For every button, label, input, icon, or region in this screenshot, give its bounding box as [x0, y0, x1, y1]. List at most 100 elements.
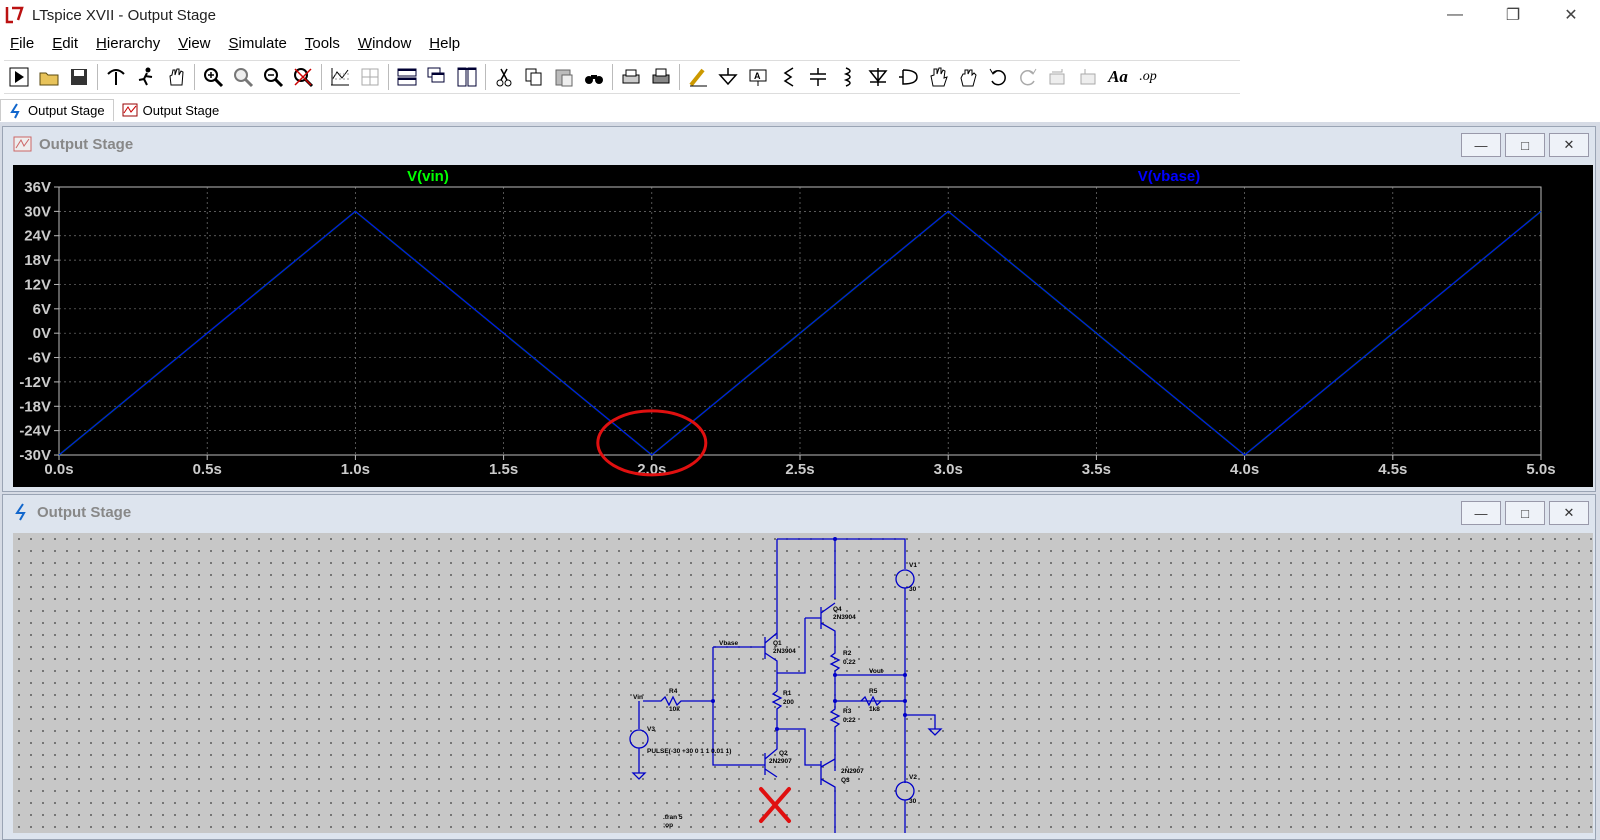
waveform-minimize-button[interactable]: —: [1461, 133, 1501, 157]
menu-help[interactable]: Help: [419, 35, 468, 52]
diode-icon[interactable]: [863, 62, 893, 92]
label-net-icon[interactable]: A: [743, 62, 773, 92]
autorange-icon[interactable]: [325, 62, 355, 92]
svg-text:Vin: Vin: [633, 694, 643, 701]
halt-icon[interactable]: [131, 62, 161, 92]
legend-vvbase: V(vbase): [1138, 168, 1201, 185]
schematic-minimize-button[interactable]: —: [1461, 501, 1501, 525]
mirror-icon[interactable]: [1073, 62, 1103, 92]
svg-text:2N3904: 2N3904: [773, 648, 796, 655]
y-tick-label: 18V: [24, 252, 51, 269]
waveform-plot[interactable]: 36V 30V 24V 18V 12V 6V 0V -6V -12V -18V -24V -30V 0.…: [13, 165, 1593, 487]
document-tabs: Output Stage Output Stage: [0, 97, 227, 121]
print-icon[interactable]: [646, 62, 676, 92]
text-icon[interactable]: Aa: [1103, 62, 1133, 92]
wire-icon[interactable]: [683, 62, 713, 92]
schematic-close-button[interactable]: ✕: [1549, 501, 1589, 525]
svg-text:V3: V3: [647, 726, 655, 733]
cascade-icon[interactable]: [422, 62, 452, 92]
tile-horizontal-icon[interactable]: [392, 62, 422, 92]
zoom-out-icon[interactable]: [258, 62, 288, 92]
move-icon[interactable]: [923, 62, 953, 92]
schematic-window-title: Output Stage: [37, 503, 132, 521]
circuit-junctions: [711, 537, 907, 731]
circuit-schematic[interactable]: Vbase Vin Vout Q1 2N3904 Q4 2N3904 Q2 2N…: [13, 533, 1593, 833]
menu-window[interactable]: Window: [348, 35, 419, 52]
ground-icon[interactable]: [713, 62, 743, 92]
svg-text:10k: 10k: [669, 706, 680, 713]
menu-file[interactable]: File: [0, 35, 42, 52]
svg-text:A: A: [754, 71, 761, 81]
undo-icon[interactable]: [983, 62, 1013, 92]
waveform-close-button[interactable]: ✕: [1549, 133, 1589, 157]
grid-icon[interactable]: [355, 62, 385, 92]
tile-vertical-icon[interactable]: [452, 62, 482, 92]
open-icon[interactable]: [34, 62, 64, 92]
menu-view[interactable]: View: [168, 35, 218, 52]
waveform-maximize-button[interactable]: □: [1505, 133, 1545, 157]
svg-text:2N3904: 2N3904: [833, 614, 856, 621]
zoom-box-icon[interactable]: [228, 62, 258, 92]
svg-text:R1: R1: [783, 690, 792, 697]
schematic-maximize-button[interactable]: □: [1505, 501, 1545, 525]
run-icon[interactable]: [4, 62, 34, 92]
svg-text:0.22: 0.22: [843, 659, 856, 666]
maximize-button[interactable]: ❐: [1484, 0, 1542, 30]
component-icon[interactable]: [893, 62, 923, 92]
menu-hierarchy[interactable]: Hierarchy: [86, 35, 168, 52]
copy-icon[interactable]: [519, 62, 549, 92]
menu-edit[interactable]: Edit: [42, 35, 86, 52]
save-icon[interactable]: [64, 62, 94, 92]
y-tick-label: 36V: [24, 179, 51, 196]
svg-text:Q1: Q1: [773, 640, 782, 647]
zoom-in-icon[interactable]: [198, 62, 228, 92]
svg-text:2N2907: 2N2907: [769, 758, 792, 765]
schematic-canvas[interactable]: Vbase Vin Vout Q1 2N3904 Q4 2N3904 Q2 2N…: [13, 533, 1593, 833]
y-tick-label: 12V: [24, 276, 51, 293]
drag-icon[interactable]: [953, 62, 983, 92]
y-tick-label: -6V: [28, 350, 51, 367]
resistor-icon[interactable]: [773, 62, 803, 92]
y-tick-label: -24V: [19, 423, 51, 440]
inductor-icon[interactable]: [833, 62, 863, 92]
redo-icon[interactable]: [1013, 62, 1043, 92]
menu-simulate[interactable]: Simulate: [219, 35, 295, 52]
svg-text:200: 200: [783, 699, 794, 706]
print-preview-icon[interactable]: [616, 62, 646, 92]
x-tick-label: 1.0s: [341, 461, 370, 478]
mdi-client-area: Output Stage — □ ✕ 36V 30V 24V 18V 12V 6V 0V -6…: [0, 122, 1600, 840]
window-title: LTspice XVII - Output Stage: [32, 6, 216, 24]
waveform-chart[interactable]: 36V30V24V18V12V6V0V-6V-12V-18V-24V-30V0.…: [13, 165, 1593, 487]
x-tick-label: 0.5s: [193, 461, 222, 478]
rotate-icon[interactable]: [1043, 62, 1073, 92]
tab-waveform[interactable]: Output Stage: [114, 99, 228, 121]
find-icon[interactable]: [579, 62, 609, 92]
svg-text:Vout: Vout: [869, 668, 884, 675]
capacitor-icon[interactable]: [803, 62, 833, 92]
svg-text:Q2: Q2: [779, 750, 788, 757]
menu-bar: File Edit Hierarchy View Simulate Tools …: [0, 31, 468, 55]
svg-text:PULSE(-30 +30 0 1 1 0.01 1): PULSE(-30 +30 0 1 1 0.01 1): [647, 748, 731, 755]
paste-icon[interactable]: [549, 62, 579, 92]
svg-text:30: 30: [909, 798, 917, 805]
schematic-icon: [10, 102, 20, 118]
pan-icon[interactable]: [161, 62, 191, 92]
spice-directive-icon[interactable]: .op: [1133, 62, 1163, 92]
waveform-window: Output Stage — □ ✕ 36V 30V 24V 18V 12V 6V 0V -6…: [2, 126, 1596, 492]
tab-schematic[interactable]: Output Stage: [0, 99, 114, 121]
svg-text:Vbase: Vbase: [719, 640, 739, 647]
toolbar: A Aa .op: [4, 60, 1240, 94]
waveform-window-title: Output Stage: [39, 135, 134, 153]
svg-text:2N2907: 2N2907: [841, 768, 864, 775]
circuit-wires: [629, 538, 943, 833]
svg-text:R3: R3: [843, 708, 852, 715]
control-panel-icon[interactable]: [101, 62, 131, 92]
cut-icon[interactable]: [489, 62, 519, 92]
minimize-button[interactable]: —: [1426, 0, 1484, 30]
y-tick-label: 6V: [33, 301, 51, 318]
menu-tools[interactable]: Tools: [295, 35, 348, 52]
x-tick-label: 4.5s: [1378, 461, 1407, 478]
close-button[interactable]: ✕: [1542, 0, 1600, 30]
zoom-fit-icon[interactable]: [288, 62, 318, 92]
x-tick-label: 1.5s: [489, 461, 518, 478]
